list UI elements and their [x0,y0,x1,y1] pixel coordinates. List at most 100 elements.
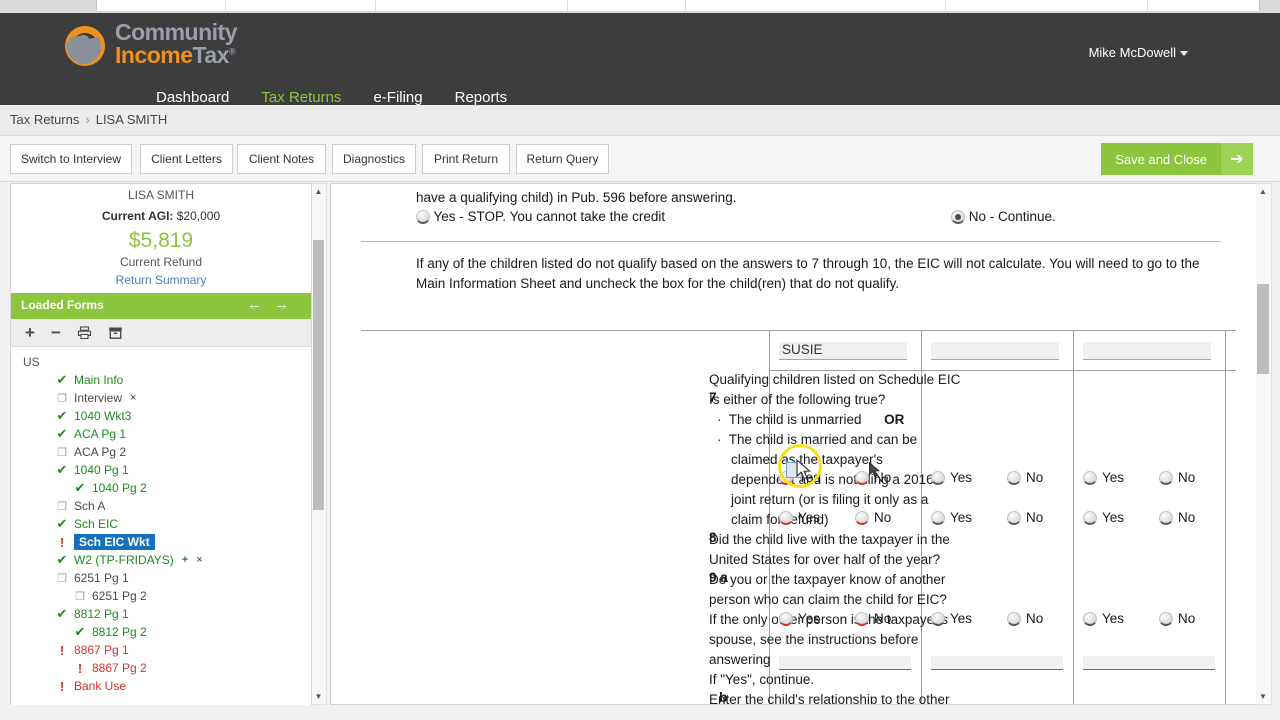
sidebar-scroll-down-icon[interactable]: ▼ [312,689,325,704]
q6-no-radio[interactable] [951,210,965,224]
table-col-divider-4 [1225,330,1226,704]
no-label: No [1178,510,1196,525]
add-form-icon[interactable]: + [25,323,35,343]
yes-radio-button[interactable] [1083,612,1097,626]
no-radio-button[interactable] [1007,471,1021,485]
yes-radio-button[interactable] [1083,471,1097,485]
form-list-item[interactable]: ❐ ACA Pg 2 [11,443,311,461]
form-list-item[interactable]: ✔ 8812 Pg 2 [11,623,311,641]
no-radio-child3-row3[interactable]: No [1159,611,1195,626]
archive-icon[interactable] [108,326,123,340]
no-radio-child1-row2[interactable]: No [855,510,891,525]
sidebar-scroll-thumb[interactable] [313,240,324,510]
prev-form-arrow-icon[interactable]: ← [247,296,274,313]
no-radio-button[interactable] [855,612,869,626]
sidebar-scrollbar[interactable]: ▲ ▼ [312,183,327,705]
yes-radio-child3-row2[interactable]: Yes [1083,510,1124,525]
form-list-item[interactable]: ❐ Sch A [11,497,311,515]
no-radio-button[interactable] [1007,511,1021,525]
q6-yes-radio[interactable] [416,210,430,224]
diagnostics-button[interactable]: Diagnostics [332,144,416,174]
breadcrumb-tax-returns[interactable]: Tax Returns [10,112,79,127]
no-radio-child3-row1[interactable]: No [1159,470,1195,485]
client-letters-button[interactable]: Client Letters [140,144,233,174]
question-line: If "Yes", continue. [709,672,815,687]
form-list-item[interactable]: ✔ Sch EIC [11,515,311,533]
print-icon[interactable] [77,325,92,340]
yes-radio-button[interactable] [1083,511,1097,525]
no-radio-button[interactable] [1159,612,1173,626]
no-radio-button[interactable] [855,471,869,485]
form-scroll-down-icon[interactable]: ▼ [1256,689,1270,704]
remove-form-icon[interactable]: − [51,323,61,343]
yes-radio-button[interactable] [779,612,793,626]
breadcrumb-current: LISA SMITH [95,112,168,127]
form-scrollbar[interactable]: ▲ ▼ [1256,183,1272,705]
form-list-item[interactable]: ✔ ACA Pg 1 [11,425,311,443]
child-1-name-input[interactable]: SUSIE [779,342,907,360]
no-radio-child2-row1[interactable]: No [1007,470,1043,485]
close-form-icon[interactable]: × [196,554,202,566]
no-label: No [1026,611,1044,626]
community-income-tax-logo[interactable]: Community IncomeTax® [63,18,243,76]
form-list-item[interactable]: ❐ Interview × [11,389,311,407]
yes-radio-child2-row3[interactable]: Yes [931,611,972,626]
no-radio-child1-row3[interactable]: No [855,611,891,626]
child-2-name-input[interactable] [931,342,1059,360]
no-radio-button[interactable] [855,511,869,525]
yes-radio-button[interactable] [931,612,945,626]
yes-radio-child2-row1[interactable]: Yes [931,470,972,485]
q6-no-label: No - Continue. [968,209,1056,224]
yes-label: Yes [1102,510,1125,525]
form-list-item[interactable]: ! Bank Use [11,677,311,695]
child-1-relationship-input[interactable] [779,656,911,670]
loaded-forms-list[interactable]: US ✔ Main Info ❐ Interview × ✔ 1040 Wkt3 ✔ ACA P… [11,347,311,705]
form-list-item[interactable]: ! Sch EIC Wkt [11,533,311,551]
add-form-inline-icon[interactable]: + [182,554,188,566]
form-list-item[interactable]: ❐ 6251 Pg 2 [11,587,311,605]
form-scroll-up-icon[interactable]: ▲ [1256,184,1270,199]
yes-radio-child1-row3[interactable]: Yes [779,611,820,626]
no-radio-button[interactable] [1159,471,1173,485]
form-list-item[interactable]: ✔ 1040 Pg 1 [11,461,311,479]
loaded-forms-nav[interactable]: ←→ [247,296,301,313]
next-form-arrow-icon[interactable]: → [274,296,301,313]
form-list-item[interactable]: ✔ Main Info [11,371,311,389]
yes-radio-child2-row2[interactable]: Yes [931,510,972,525]
form-scroll-thumb[interactable] [1257,284,1269,374]
yes-radio-child3-row3[interactable]: Yes [1083,611,1124,626]
form-list-item[interactable]: ! 8867 Pg 2 [11,659,311,677]
yes-radio-button[interactable] [931,471,945,485]
switch-to-interview-button[interactable]: Switch to Interview [10,144,132,174]
no-radio-child2-row2[interactable]: No [1007,510,1043,525]
form-list-item[interactable]: ✔ 1040 Pg 2 [11,479,311,497]
table-top-border [361,330,1236,331]
child-2-relationship-input[interactable] [931,656,1063,670]
save-and-close-button[interactable]: Save and Close ➔ [1101,143,1253,175]
no-radio-button[interactable] [1007,612,1021,626]
logo-tax-text: Tax [192,42,230,69]
user-menu[interactable]: Mike McDowell [1089,45,1188,60]
form-list-item[interactable]: ✔ W2 (TP-FRIDAYS) + × [11,551,311,569]
no-label: No [1178,470,1196,485]
sidebar-scroll-up-icon[interactable]: ▲ [312,184,325,199]
yes-radio-child1-row2[interactable]: Yes [779,510,820,525]
yes-radio-child3-row1[interactable]: Yes [1083,470,1124,485]
print-return-button[interactable]: Print Return [422,144,510,174]
no-radio-button[interactable] [1159,511,1173,525]
close-form-icon[interactable]: × [130,392,136,404]
yes-radio-button[interactable] [931,511,945,525]
child-3-name-input[interactable] [1083,342,1211,360]
form-list-item[interactable]: ✔ 8812 Pg 1 [11,605,311,623]
yes-radio-button[interactable] [779,511,793,525]
form-list-item[interactable]: ! 8867 Pg 1 [11,641,311,659]
no-radio-child2-row3[interactable]: No [1007,611,1043,626]
return-summary-link[interactable]: Return Summary [11,273,311,287]
form-list-item[interactable]: ❐ 6251 Pg 1 [11,569,311,587]
client-notes-button[interactable]: Client Notes [237,144,326,174]
return-query-button[interactable]: Return Query [516,144,609,174]
question-number: 8 [709,530,717,545]
child-3-relationship-input[interactable] [1083,656,1215,670]
form-list-item[interactable]: ✔ 1040 Wkt3 [11,407,311,425]
no-radio-child3-row2[interactable]: No [1159,510,1195,525]
